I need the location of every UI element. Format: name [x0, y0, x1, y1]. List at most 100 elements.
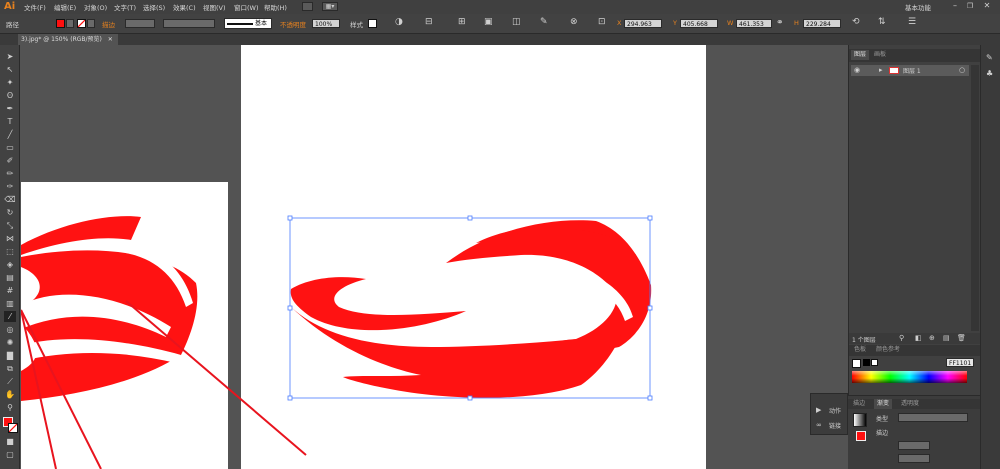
play-icon[interactable]: ▶	[816, 406, 821, 414]
tab-color-guide[interactable]: 颜色参考	[873, 345, 903, 355]
y-field[interactable]: 405.668	[680, 19, 718, 28]
tab-artboards[interactable]: 画板	[871, 50, 889, 60]
tab-transparency[interactable]: 透明度	[898, 399, 922, 409]
type-tool-icon[interactable]: T	[4, 116, 16, 127]
reference-point-icon[interactable]: ⊡	[598, 17, 606, 27]
opacity-label[interactable]: 不透明度	[280, 19, 306, 29]
hand-tool-icon[interactable]: ✋	[4, 389, 16, 400]
menu-select[interactable]: 选择(S)	[143, 2, 165, 12]
layers-scrollbar[interactable]	[971, 65, 979, 331]
selection-tool-icon[interactable]: ➤	[4, 51, 16, 62]
gradient-type-dropdown[interactable]	[898, 413, 968, 422]
locate-icon[interactable]: ⚲	[899, 334, 904, 342]
color-spectrum[interactable]	[852, 371, 967, 383]
stroke-swatch[interactable]	[77, 19, 86, 28]
arrange-docs-icon[interactable]: ▦▾	[322, 2, 338, 11]
eyedropper-tool-icon[interactable]: ⁄	[4, 311, 16, 322]
pen-tool-icon[interactable]: ✒	[4, 103, 16, 114]
new-layer-icon[interactable]: ▤	[943, 334, 950, 342]
envelope-icon[interactable]: ▣	[484, 17, 493, 27]
zoom-tool-icon[interactable]: ⚲	[4, 402, 16, 413]
slice-tool-icon[interactable]: ⟋	[4, 376, 16, 387]
stroke-color-swatch[interactable]	[8, 423, 18, 433]
tab-swatches[interactable]: 色板	[851, 345, 869, 355]
blend-tool-icon[interactable]: ◎	[4, 324, 16, 335]
menu-panel-icon[interactable]: ☰	[908, 17, 916, 27]
color-white-swatch[interactable]	[871, 359, 878, 366]
blob-brush-tool-icon[interactable]: ✑	[4, 181, 16, 192]
screen-mode-icon[interactable]: ▢	[4, 449, 16, 460]
transform-icon[interactable]: ⊞	[458, 17, 466, 27]
menu-view[interactable]: 视图(V)	[203, 2, 226, 12]
w-field[interactable]: 461.353	[736, 19, 772, 28]
artwork-canvas[interactable]	[21, 45, 848, 469]
color-mode-icon[interactable]: ■	[4, 436, 16, 447]
variable-width-profile[interactable]	[163, 19, 215, 28]
transform-again-icon[interactable]: ⟲	[852, 17, 860, 27]
stroke-weight-field[interactable]	[125, 19, 155, 28]
links-label[interactable]: 链接	[829, 421, 841, 430]
isolate-icon[interactable]: ◫	[512, 17, 521, 27]
menu-type[interactable]: 文字(T)	[114, 2, 136, 12]
perspective-grid-tool-icon[interactable]: ▤	[4, 272, 16, 283]
gradient-angle-field[interactable]	[898, 441, 930, 450]
width-tool-icon[interactable]: ⋈	[4, 233, 16, 244]
stroke-dropdown[interactable]	[87, 19, 95, 28]
brushes-icon[interactable]: ✎	[986, 53, 993, 62]
pencil-tool-icon[interactable]: ✏	[4, 168, 16, 179]
fill-dropdown[interactable]	[66, 19, 74, 28]
layer-name[interactable]: 图层 1	[903, 66, 921, 75]
shape-builder-tool-icon[interactable]: ◈	[4, 259, 16, 270]
tab-stroke[interactable]: 描边	[850, 399, 868, 409]
x-field[interactable]: 294.963	[624, 19, 662, 28]
menu-file[interactable]: 文件(F)	[24, 2, 46, 12]
rectangle-tool-icon[interactable]: ▭	[4, 142, 16, 153]
new-sublayer-icon[interactable]: ⊕	[929, 334, 935, 342]
rotate-tool-icon[interactable]: ↻	[4, 207, 16, 218]
menu-object[interactable]: 对象(O)	[84, 2, 107, 12]
visibility-icon[interactable]: ◉	[854, 66, 860, 74]
lasso-tool-icon[interactable]: ʘ	[4, 90, 16, 101]
flip-icon[interactable]: ⇅	[878, 17, 886, 27]
tab-close-icon[interactable]: ✕	[108, 36, 113, 43]
free-transform-tool-icon[interactable]: ⬚	[4, 246, 16, 257]
fill-swatch[interactable]	[56, 19, 65, 28]
h-field[interactable]: 229.284	[803, 19, 841, 28]
blend-icon[interactable]: ⊗	[570, 17, 578, 27]
workspace-switcher[interactable]: 基本功能	[905, 2, 931, 12]
link-icon[interactable]: ⚭	[776, 18, 784, 28]
edit-icon[interactable]: ✎	[540, 17, 548, 27]
opacity-field[interactable]: 100%	[312, 19, 340, 28]
menu-effect[interactable]: 效果(C)	[173, 2, 196, 12]
scale-tool-icon[interactable]: ⤡	[4, 220, 16, 231]
paintbrush-tool-icon[interactable]: ✐	[4, 155, 16, 166]
magic-wand-tool-icon[interactable]: ✦	[4, 77, 16, 88]
direct-selection-tool-icon[interactable]: ↖	[4, 64, 16, 75]
graphic-style-swatch[interactable]	[368, 19, 377, 28]
line-tool-icon[interactable]: ╱	[4, 129, 16, 140]
delete-layer-icon[interactable]: 🗑	[957, 334, 966, 342]
gradient-preview[interactable]	[853, 413, 867, 427]
link-panel-icon[interactable]: ∞	[816, 421, 822, 429]
layer-row[interactable]: ◉ ▸ 图层 1 ○	[851, 65, 969, 76]
artboard-tool-icon[interactable]: ⧉	[4, 363, 16, 374]
eraser-tool-icon[interactable]: ⌫	[4, 194, 16, 205]
document-tab[interactable]: 3).jpg* @ 150% (RGB/预览) ✕	[18, 34, 118, 45]
column-graph-tool-icon[interactable]: ▇	[4, 350, 16, 361]
symbol-sprayer-tool-icon[interactable]: ✺	[4, 337, 16, 348]
menu-window[interactable]: 窗口(W)	[234, 2, 259, 12]
tab-layers[interactable]: 图层	[851, 50, 870, 60]
minimize-icon[interactable]: –	[950, 2, 960, 11]
make-clip-icon[interactable]: ◧	[915, 334, 922, 342]
color-none-swatch[interactable]	[852, 359, 861, 368]
color-black-swatch[interactable]	[863, 359, 870, 366]
target-icon[interactable]: ○	[959, 66, 965, 74]
mesh-tool-icon[interactable]: #	[4, 285, 16, 296]
close-icon[interactable]: ✕	[982, 2, 992, 11]
canvas-area[interactable]	[21, 45, 848, 469]
actions-label[interactable]: 动作	[829, 406, 841, 415]
tab-gradient[interactable]: 渐变	[874, 399, 893, 409]
restore-icon[interactable]: ❐	[965, 2, 975, 11]
gradient-aspect-field[interactable]	[898, 454, 930, 463]
menu-help[interactable]: 帮助(H)	[264, 2, 287, 12]
